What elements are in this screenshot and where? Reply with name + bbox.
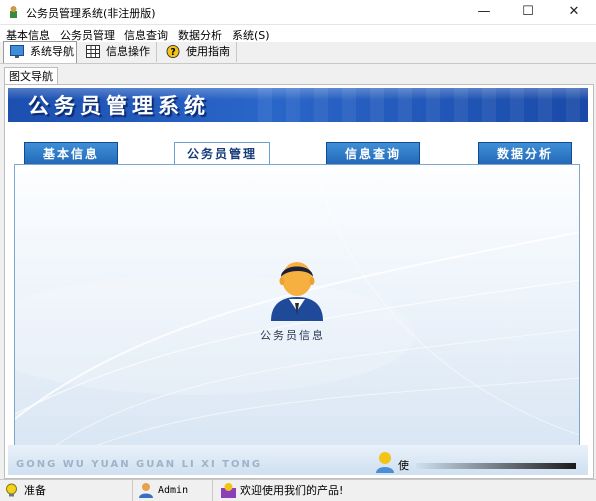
product-icon <box>221 483 236 498</box>
toolbar: 系统导航 信息操作 ? 使用指南 <box>0 41 596 64</box>
title-bar: 公务员管理系统(非注册版) — ☐ ✕ <box>0 0 596 25</box>
tab-graphic-nav[interactable]: 图文导航 <box>4 67 58 85</box>
system-nav-button[interactable]: 系统导航 <box>3 41 77 63</box>
info-operation-label: 信息操作 <box>106 45 150 58</box>
footer-band: GONG WU YUAN GUAN LI XI TONG 使 <box>8 445 588 475</box>
help-icon: ? <box>166 45 180 58</box>
status-message-section: 欢迎使用我们的产品! <box>216 480 596 501</box>
user-guide-label: 使用指南 <box>186 45 230 58</box>
nav-tab-data-analysis[interactable]: 数据分析 <box>478 142 572 166</box>
staff-info-label: 公务员信息 <box>260 329 325 342</box>
pinyin-caption: GONG WU YUAN GUAN LI XI TONG <box>16 459 263 470</box>
info-operation-button[interactable]: 信息操作 <box>80 42 157 62</box>
footer-gradient-bar <box>416 463 576 469</box>
lightbulb-icon <box>6 483 17 497</box>
banner-title: 公务员管理系统 <box>28 94 210 118</box>
menu-system[interactable]: 系统(S) <box>232 27 270 43</box>
footer-use-text: 使 <box>398 459 409 472</box>
status-user-text: Admin <box>158 485 189 496</box>
user-guide-button[interactable]: ? 使用指南 <box>160 42 237 62</box>
monitor-icon <box>10 45 24 58</box>
nav-panel: 公务员信息 <box>14 164 580 447</box>
minimize-button[interactable]: — <box>462 0 506 24</box>
menu-bar: 基本信息 公务员管理 信息查询 数据分析 系统(S) <box>0 25 596 42</box>
app-icon <box>10 6 17 18</box>
status-ready-text: 准备 <box>24 484 46 497</box>
maximize-button[interactable]: ☐ <box>506 0 550 24</box>
status-ready-section: 准备 <box>0 480 133 501</box>
menu-data-analysis[interactable]: 数据分析 <box>178 27 222 43</box>
user-icon <box>376 452 394 473</box>
status-bar: 准备 Admin 欢迎使用我们的产品! <box>0 479 596 501</box>
staff-info-shortcut[interactable] <box>267 259 327 323</box>
user-avatar-icon <box>271 262 323 321</box>
status-user-section: Admin <box>134 480 213 501</box>
banner: 公务员管理系统 <box>8 88 588 122</box>
nav-tab-basic-info[interactable]: 基本信息 <box>24 142 118 166</box>
admin-user-icon <box>139 483 153 498</box>
system-nav-label: 系统导航 <box>30 45 74 58</box>
status-message-text: 欢迎使用我们的产品! <box>240 484 344 497</box>
window-title: 公务员管理系统(非注册版) <box>26 7 156 20</box>
grid-icon <box>86 45 100 58</box>
menu-info-query[interactable]: 信息查询 <box>124 27 168 43</box>
close-button[interactable]: ✕ <box>552 0 596 24</box>
nav-tab-info-query[interactable]: 信息查询 <box>326 142 420 166</box>
svg-text:?: ? <box>170 47 175 58</box>
